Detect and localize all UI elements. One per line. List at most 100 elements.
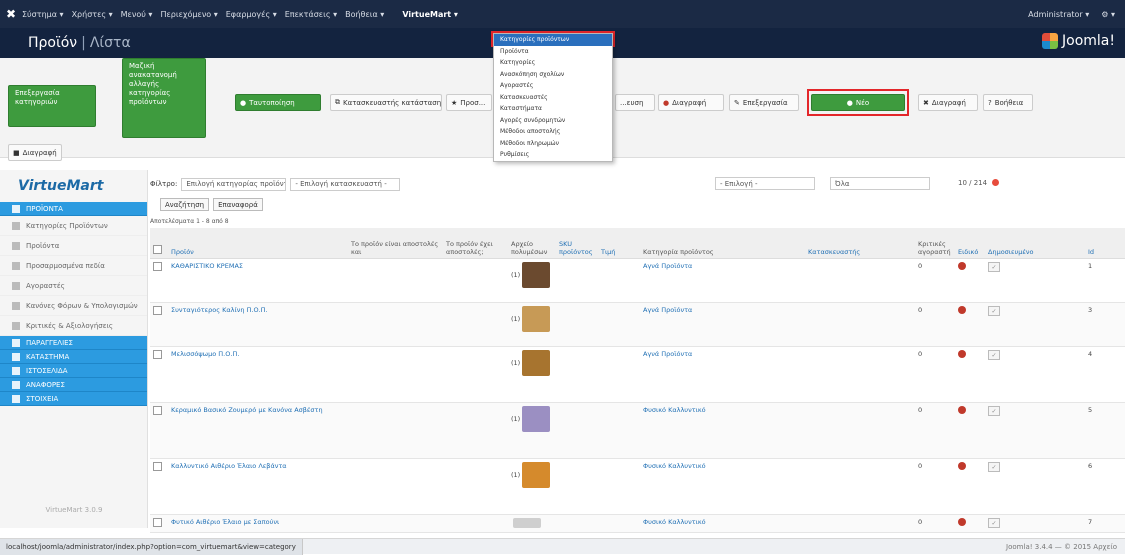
table-row[interactable]: Φυτικό Αιθέριο Έλαιο με Σαπούνι Φυσικό Κα… [150, 514, 1125, 533]
dropdown-item[interactable]: Αγοραστές [494, 80, 612, 92]
manufacturer-status-button[interactable]: ⧉ Κατασκευαστής κατάστασης [330, 94, 442, 111]
sidebar-item[interactable]: ΠΡΟΪΟΝΤΑ [0, 202, 147, 216]
edit-button[interactable]: ✎ Επεξεργασία [729, 94, 799, 111]
category-cell[interactable]: Αγνά Προϊόντα [640, 346, 805, 403]
dropdown-item[interactable]: Κατασκευαστές [494, 92, 612, 104]
product-thumbnail[interactable] [522, 261, 551, 288]
edit-categories-button[interactable]: Επεξεργασία κατηγοριών [8, 85, 96, 127]
publish-button[interactable]: ...ευση [615, 94, 655, 111]
media-cell[interactable]: (1) [508, 302, 556, 347]
product-thumbnail[interactable] [522, 305, 551, 332]
category-cell[interactable]: Φυσικό Καλλυντικό [640, 402, 805, 459]
mass-recategorize-button[interactable]: Μαζική ανακατανομή αλλαγής κατηγορίας πρ… [122, 58, 206, 138]
published-cell[interactable]: ✓ [985, 514, 1085, 533]
product-thumbnail[interactable] [513, 517, 541, 528]
dropdown-item[interactable]: Κατηγορίες προϊόντων [494, 34, 612, 46]
row-checkbox[interactable] [153, 461, 162, 471]
table-row[interactable]: Καλλυντικό Αιθέριο Έλαιο Λεβάντα (1) Φυσικ… [150, 458, 1125, 515]
media-cell[interactable]: (1) [508, 346, 556, 403]
published-cell[interactable]: ✓ [985, 458, 1085, 515]
special-cell[interactable] [955, 346, 985, 403]
row-checkbox[interactable] [153, 405, 162, 415]
dropdown-item[interactable]: Κατηγορίες [494, 57, 612, 69]
published-cell[interactable]: ✓ [985, 346, 1085, 403]
product-thumbnail[interactable] [522, 405, 551, 432]
menu-users[interactable]: Χρήστες ▾ [72, 10, 113, 19]
sidebar-item[interactable]: ΚΑΤΑΣΤΗΜΑ [0, 350, 147, 364]
menu-components[interactable]: Εφαρμογές ▾ [226, 10, 277, 19]
not-special-icon[interactable] [958, 349, 966, 358]
row-select-cell[interactable] [150, 458, 168, 515]
menu-virtuemart[interactable]: VirtueMart ▾ [402, 10, 458, 19]
product-link[interactable]: Κεραμικό Βασικό Ζουμερό με Κανόνα Ασβέστ… [171, 406, 323, 414]
sidebar-item[interactable]: ΑΝΑΦΟΡΕΣ [0, 378, 147, 392]
col-id[interactable]: Id [1085, 228, 1125, 259]
row-select-cell[interactable] [150, 402, 168, 459]
category-cell[interactable]: Αγνά Προϊόντα [640, 302, 805, 347]
category-cell[interactable]: Φυσικό Καλλυντικό [640, 514, 805, 533]
row-select-cell[interactable] [150, 258, 168, 303]
sidebar-item[interactable]: Κανόνες Φόρων & Υπολογισμών [0, 296, 147, 316]
sidebar-item[interactable]: ΣΤΟΙΧΕΙΑ [0, 392, 147, 406]
not-special-icon[interactable] [958, 261, 966, 270]
product-link[interactable]: Μελισσόψωμο Π.Ο.Π. [171, 350, 239, 358]
published-check-icon[interactable]: ✓ [988, 461, 1000, 472]
category-link[interactable]: Φυσικό Καλλυντικό [643, 462, 706, 470]
trash-button[interactable]: ■ Διαγραφή [8, 144, 62, 161]
dropdown-item[interactable]: Ανασκόπηση σχολίων [494, 69, 612, 81]
col-manufacturer[interactable]: Κατασκευαστής [805, 228, 915, 259]
published-check-icon[interactable]: ✓ [988, 305, 1000, 316]
category-link[interactable]: Φυσικό Καλλυντικό [643, 406, 706, 414]
table-row[interactable]: ΚΑΘΑΡΙΣΤΙΚΟ ΚΡΕΜΑΣ (1) Αγνά Προϊόντα 0 ✓ 1 [150, 258, 1125, 303]
sidebar-item[interactable]: Αγοραστές [0, 276, 147, 296]
col-special[interactable]: Ειδικό [955, 228, 985, 259]
product-link[interactable]: Συνταγιότερος Καλίνη Π.Ο.Π. [171, 306, 268, 314]
category-cell[interactable]: Αγνά Προϊόντα [640, 258, 805, 303]
row-select-cell[interactable] [150, 346, 168, 403]
feature-button[interactable]: ★ Προσ... [446, 94, 492, 111]
category-link[interactable]: Αγνά Προϊόντα [643, 350, 692, 358]
row-checkbox[interactable] [153, 305, 162, 315]
user-menu[interactable]: Administrator ▾ [1028, 10, 1089, 19]
type-filter-select[interactable]: Όλα [830, 177, 930, 190]
category-link[interactable]: Αγνά Προϊόντα [643, 306, 692, 314]
dropdown-item[interactable]: Ρυθμίσεις [494, 149, 612, 161]
dropdown-item[interactable]: Καταστήματα [494, 103, 612, 115]
row-select-cell[interactable] [150, 514, 168, 533]
select-all-header[interactable] [150, 228, 168, 259]
sidebar-item[interactable]: Προσαρμοσμένα πεδία [0, 256, 147, 276]
special-cell[interactable] [955, 402, 985, 459]
published-check-icon[interactable]: ✓ [988, 349, 1000, 360]
menu-help[interactable]: Βοήθεια ▾ [345, 10, 384, 19]
dropdown-item[interactable]: Προϊόντα [494, 46, 612, 58]
not-special-icon[interactable] [958, 405, 966, 414]
product-thumbnail[interactable] [522, 349, 551, 376]
media-cell[interactable]: (1) [508, 402, 556, 459]
special-cell[interactable] [955, 458, 985, 515]
dropdown-item[interactable]: Αγορές συνδρομητών [494, 115, 612, 127]
category-link[interactable]: Αγνά Προϊόντα [643, 262, 692, 270]
media-cell[interactable] [508, 514, 556, 533]
col-published[interactable]: Δημοσιευμένο [985, 228, 1085, 259]
category-filter-select[interactable]: Επιλογή κατηγορίας προϊόντος [181, 177, 287, 191]
dropdown-item[interactable]: Μέθοδοι πληρωμών [494, 138, 612, 150]
product-name-cell[interactable]: ΚΑΘΑΡΙΣΤΙΚΟ ΚΡΕΜΑΣ [168, 258, 348, 303]
table-row[interactable]: Συνταγιότερος Καλίνη Π.Ο.Π. (1) Αγνά Προϊό… [150, 302, 1125, 347]
joomla-icon[interactable]: ✖ [0, 7, 22, 21]
dropdown-item[interactable]: Μέθοδοι αποστολής [494, 126, 612, 138]
search-button[interactable]: Αναζήτηση [160, 198, 210, 211]
manufacturer-filter-select[interactable]: - Επιλογή κατασκευαστή - [290, 177, 401, 191]
published-check-icon[interactable]: ✓ [988, 405, 1000, 416]
product-link[interactable]: Φυτικό Αιθέριο Έλαιο με Σαπούνι [171, 518, 279, 526]
delete-button[interactable]: ✖ Διαγραφή [918, 94, 978, 111]
special-cell[interactable] [955, 514, 985, 533]
row-select-cell[interactable] [150, 302, 168, 347]
published-check-icon[interactable]: ✓ [988, 517, 1000, 528]
sidebar-item[interactable]: ΙΣΤΟΣΕΛΙΔΑ [0, 364, 147, 378]
product-name-cell[interactable]: Κεραμικό Βασικό Ζουμερό με Κανόνα Ασβέστ… [168, 402, 348, 459]
published-cell[interactable]: ✓ [985, 258, 1085, 303]
unpublish-button[interactable]: ● Διαγραφή [658, 94, 724, 111]
product-link[interactable]: ΚΑΘΑΡΙΣΤΙΚΟ ΚΡΕΜΑΣ [171, 262, 243, 270]
sidebar-item[interactable]: Κριτικές & Αξιολογήσεις [0, 316, 147, 336]
media-cell[interactable]: (1) [508, 258, 556, 303]
